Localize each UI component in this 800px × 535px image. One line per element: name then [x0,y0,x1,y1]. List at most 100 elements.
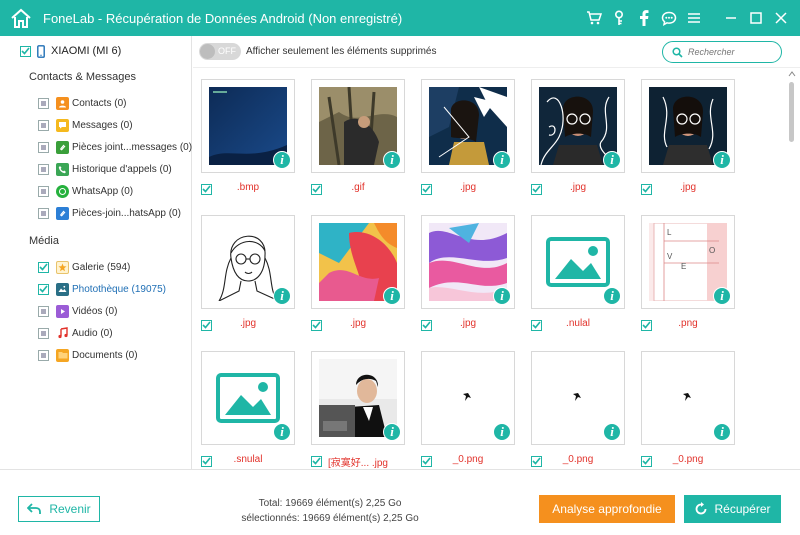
chat-icon[interactable] [658,7,680,29]
cart-icon[interactable] [583,7,605,29]
thumbnail[interactable]: i [531,79,625,173]
file-checkbox[interactable] [641,319,652,331]
home-icon[interactable] [7,4,35,32]
info-icon[interactable]: i [493,423,511,441]
search-box[interactable] [662,41,782,63]
thumbnail[interactable]: i [201,215,295,309]
info-icon[interactable]: i [383,287,401,305]
file-name: .png [678,318,698,329]
sidebar-item-audio[interactable]: Audio (0) [38,325,113,341]
maximize-icon[interactable] [745,7,767,29]
minimize-icon[interactable] [720,7,742,29]
device-row[interactable]: XIAOMI (MI 6) [20,44,121,58]
file-name: .snulal [233,454,263,465]
file-checkbox[interactable] [311,319,322,331]
checkbox[interactable] [38,207,49,219]
file-checkbox[interactable] [201,319,212,331]
info-icon[interactable]: i [273,151,291,169]
thumbnail[interactable]: i [311,215,405,309]
thumbnail[interactable]: i [201,351,295,445]
checkbox[interactable] [38,327,49,339]
messages-icon [56,118,69,132]
checkbox[interactable] [38,185,49,197]
thumbnail[interactable]: i [421,215,515,309]
file-checkbox[interactable] [531,455,542,467]
close-icon[interactable] [770,7,792,29]
deleted-only-toggle[interactable]: OFF [199,43,241,60]
info-icon[interactable]: i [713,287,731,305]
thumbnail[interactable]: i [531,351,625,445]
call-log-icon [56,162,69,176]
thumbnail[interactable]: i [531,215,625,309]
videos-icon [56,304,69,318]
sidebar-item-documents[interactable]: Documents (0) [38,347,138,363]
file-checkbox[interactable] [641,183,652,195]
sidebar-item-photo-library[interactable]: Photothèque (19075) [38,281,166,297]
sidebar-item-whatsapp[interactable]: WhatsApp (0) [38,183,133,199]
scrollbar-thumb[interactable] [789,82,794,142]
sidebar-item-whatsapp-attachments[interactable]: Pièces-join...hatsApp (0) [38,205,181,221]
svg-text:E: E [681,262,686,271]
file-checkbox[interactable] [421,319,432,331]
deep-scan-button[interactable]: Analyse approfondie [539,495,675,523]
whatsapp-attachment-icon [56,206,69,220]
checkbox[interactable] [38,163,49,175]
file-checkbox[interactable] [531,183,542,195]
checkbox[interactable] [38,349,49,361]
sidebar-item-message-attachments[interactable]: Pièces joint...messages (0) [38,139,192,155]
thumbnail[interactable]: i [201,79,295,173]
thumbnail[interactable]: i [421,79,515,173]
sidebar-item-call-history[interactable]: Historique d'appels (0) [38,161,172,177]
thumbnail[interactable]: L VE O i [641,215,735,309]
checkbox[interactable] [38,283,49,295]
info-icon[interactable]: i [493,151,511,169]
facebook-icon[interactable] [633,7,655,29]
file-checkbox[interactable] [421,455,432,467]
sidebar-item-videos[interactable]: Vidéos (0) [38,303,117,319]
info-icon[interactable]: i [383,151,401,169]
sidebar-item-messages[interactable]: Messages (0) [38,117,133,133]
device-checkbox[interactable] [20,45,31,57]
sidebar-item-contacts[interactable]: Contacts (0) [38,95,126,111]
sidebar-item-gallery[interactable]: Galerie (594) [38,259,130,275]
recover-button[interactable]: Récupérer [684,495,781,523]
back-button[interactable]: Revenir [18,496,100,522]
info-icon[interactable]: i [493,287,511,305]
info-icon[interactable]: i [603,287,621,305]
info-icon[interactable]: i [603,151,621,169]
key-icon[interactable] [608,7,630,29]
info-icon[interactable]: i [713,151,731,169]
checkbox[interactable] [38,305,49,317]
file-checkbox[interactable] [421,183,432,195]
thumbnail[interactable]: i [311,351,405,445]
menu-icon[interactable] [683,7,705,29]
info-icon[interactable]: i [713,423,731,441]
whatsapp-icon [56,184,69,198]
footer-bar: Revenir Total: 19669 élément(s) 2,25 Go … [0,469,800,535]
deleted-only-caption: Afficher seulement les éléments supprimé… [246,46,437,57]
info-icon[interactable]: i [273,423,291,441]
file-checkbox[interactable] [311,183,322,195]
file-checkbox[interactable] [311,455,322,467]
section-media: Média [29,235,59,247]
search-input[interactable] [688,47,776,57]
vertical-scrollbar[interactable] [786,68,796,468]
category-sidebar: XIAOMI (MI 6) Contacts & Messages Contac… [0,36,192,469]
file-name: .nulal [566,318,590,329]
file-checkbox[interactable] [531,319,542,331]
info-icon[interactable]: i [383,423,401,441]
checkbox[interactable] [38,119,49,131]
thumbnail[interactable]: i [641,351,735,445]
file-checkbox[interactable] [201,183,212,195]
thumbnail[interactable]: i [311,79,405,173]
checkbox[interactable] [38,97,49,109]
checkbox[interactable] [38,141,49,153]
thumbnail[interactable]: i [421,351,515,445]
file-checkbox[interactable] [201,455,212,467]
checkbox[interactable] [38,261,49,273]
info-icon[interactable]: i [273,287,291,305]
file-checkbox[interactable] [641,455,652,467]
info-icon[interactable]: i [603,423,621,441]
thumbnail[interactable]: i [641,79,735,173]
device-name: XIAOMI (MI 6) [51,45,122,57]
